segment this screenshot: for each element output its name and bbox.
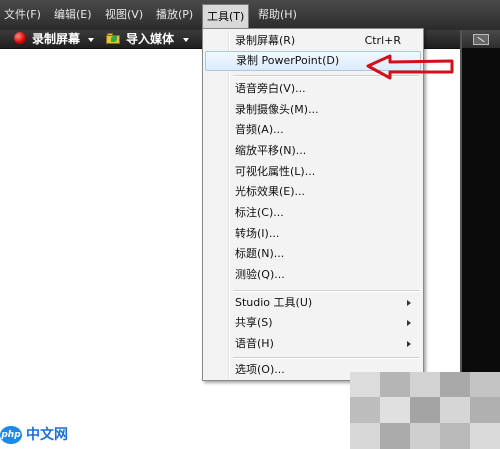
menu-item-speech[interactable]: 语音(H) bbox=[205, 334, 421, 354]
submenu-arrow-icon bbox=[407, 300, 411, 306]
menu-item-audio[interactable]: 音频(A)... bbox=[205, 120, 421, 140]
menu-item-zoom-pan[interactable]: 缩放平移(N)... bbox=[205, 141, 421, 161]
menu-bar: 文件(F) 编辑(E) 视图(V) 播放(P) 工具(T) 帮助(H) bbox=[0, 0, 500, 30]
menu-item-visual-properties[interactable]: 可视化属性(L)... bbox=[205, 162, 421, 182]
menu-item-label: 转场(I)... bbox=[235, 227, 280, 240]
shortcut-label: Ctrl+R bbox=[364, 34, 401, 47]
import-dropdown-icon[interactable] bbox=[183, 38, 189, 42]
import-media-button[interactable]: 导入媒体 bbox=[126, 31, 174, 47]
menu-item-label: 缩放平移(N)... bbox=[235, 144, 307, 157]
menu-edit[interactable]: 编辑(E) bbox=[52, 5, 94, 25]
menu-help[interactable]: 帮助(H) bbox=[256, 5, 299, 25]
menu-item-label: 录制 PowerPoint(D) bbox=[236, 54, 340, 67]
menu-item-label: 录制摄像头(M)... bbox=[235, 103, 319, 116]
menu-item-titles[interactable]: 标题(N)... bbox=[205, 244, 421, 264]
submenu-arrow-icon bbox=[407, 320, 411, 326]
menu-item-label: 语音旁白(V)... bbox=[235, 82, 306, 95]
record-icon bbox=[14, 32, 26, 44]
menu-item-label: 标题(N)... bbox=[235, 247, 285, 260]
blurred-region bbox=[350, 372, 500, 449]
menu-item-cursor-effects[interactable]: 光标效果(E)... bbox=[205, 182, 421, 202]
menu-item-label: 选项(O)... bbox=[235, 363, 285, 376]
menu-item-label: 录制屏幕(R) bbox=[235, 34, 296, 47]
menu-item-record-camera[interactable]: 录制摄像头(M)... bbox=[205, 100, 421, 120]
menu-item-studio-tools[interactable]: Studio 工具(U) bbox=[205, 293, 421, 313]
menu-item-voice-narration[interactable]: 语音旁白(V)... bbox=[205, 79, 421, 99]
menu-item-label: 标注(C)... bbox=[235, 206, 284, 219]
menu-item-label: 光标效果(E)... bbox=[235, 185, 306, 198]
annotation-arrow-icon bbox=[366, 54, 454, 80]
watermark-logo: php bbox=[0, 426, 22, 444]
menu-item-label: 音频(A)... bbox=[235, 123, 284, 136]
menu-separator bbox=[233, 290, 419, 292]
submenu-arrow-icon bbox=[407, 341, 411, 347]
menu-item-record-screen[interactable]: 录制屏幕(R) Ctrl+R bbox=[205, 31, 421, 51]
menu-item-share[interactable]: 共享(S) bbox=[205, 313, 421, 333]
menu-view[interactable]: 视图(V) bbox=[103, 5, 145, 25]
collapse-panel-icon[interactable] bbox=[473, 34, 489, 45]
menu-item-label: 语音(H) bbox=[235, 337, 274, 350]
watermark-text: 中文网 bbox=[26, 427, 68, 443]
record-screen-button[interactable]: 录制屏幕 bbox=[32, 31, 80, 47]
menu-item-label: 测验(Q)... bbox=[235, 268, 285, 281]
menu-item-label: 可视化属性(L)... bbox=[235, 165, 316, 178]
menu-separator bbox=[233, 357, 419, 359]
menu-item-quiz[interactable]: 测验(Q)... bbox=[205, 265, 421, 285]
menu-file[interactable]: 文件(F) bbox=[2, 5, 43, 25]
menu-item-label: 共享(S) bbox=[235, 316, 273, 329]
record-dropdown-icon[interactable] bbox=[88, 38, 94, 42]
import-folder-icon bbox=[106, 33, 120, 44]
menu-item-transitions[interactable]: 转场(I)... bbox=[205, 224, 421, 244]
menu-tools[interactable]: 工具(T) bbox=[202, 4, 250, 29]
menu-play[interactable]: 播放(P) bbox=[154, 5, 195, 25]
menu-item-callouts[interactable]: 标注(C)... bbox=[205, 203, 421, 223]
menu-item-label: Studio 工具(U) bbox=[235, 296, 313, 309]
